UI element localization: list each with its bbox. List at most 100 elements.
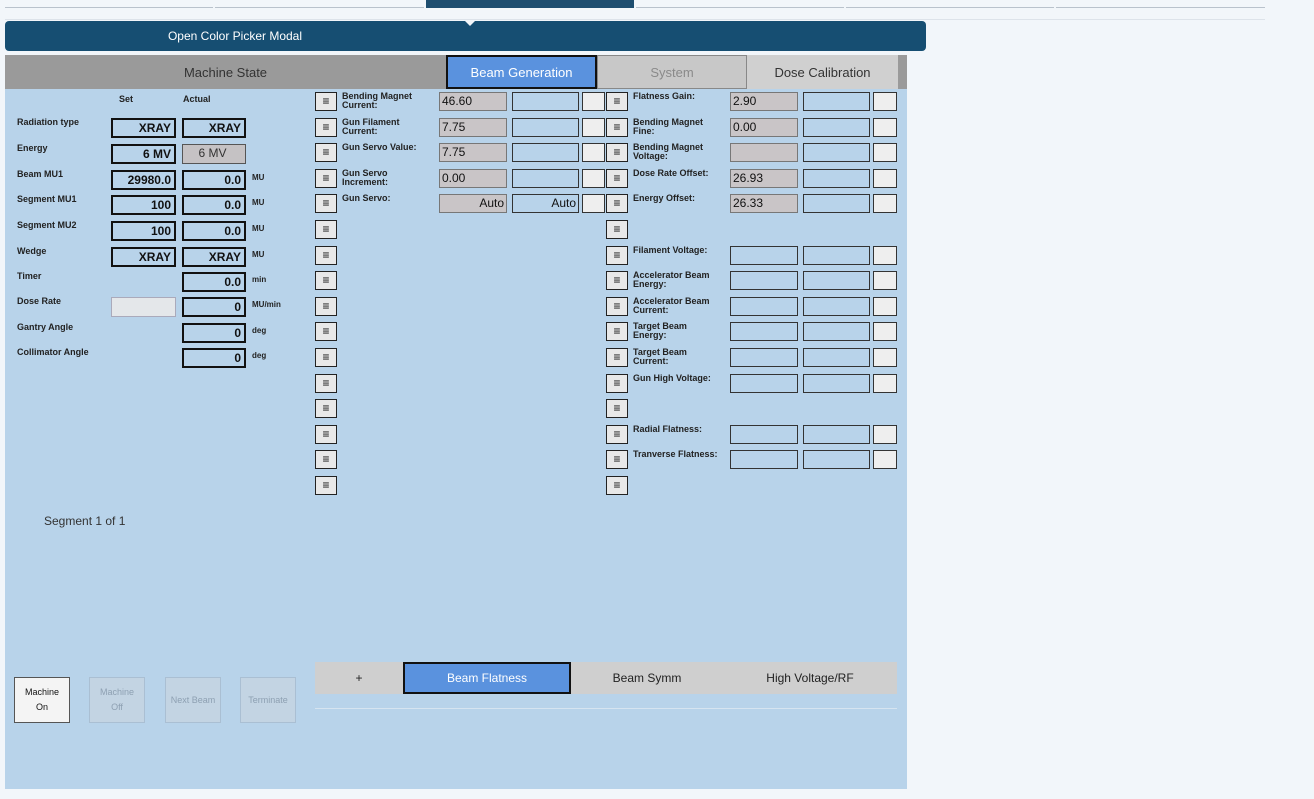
next-beam-button[interactable]: Next Beam <box>165 677 221 723</box>
checkbox[interactable] <box>873 118 897 137</box>
checkbox[interactable] <box>582 194 605 213</box>
setpoint-field[interactable] <box>803 194 870 213</box>
tab-beam-generation[interactable]: Beam Generation <box>446 55 597 89</box>
setpoint-field[interactable] <box>803 92 870 111</box>
menu-icon[interactable]: ≡ <box>606 169 628 188</box>
actual-value: 0 <box>182 297 246 317</box>
top-tab-5[interactable] <box>846 0 1054 8</box>
checkbox[interactable] <box>873 271 897 290</box>
setpoint-field[interactable] <box>803 450 870 469</box>
setpoint-field[interactable] <box>803 118 870 137</box>
menu-icon[interactable]: ≡ <box>606 297 628 316</box>
menu-icon[interactable]: ≡ <box>315 450 337 469</box>
menu-icon[interactable]: ≡ <box>606 246 628 265</box>
machine-on-button[interactable]: Machine On <box>14 677 70 723</box>
setpoint-field[interactable] <box>803 374 870 393</box>
top-tab-3[interactable] <box>426 0 634 8</box>
tab-high-voltage-rf[interactable]: High Voltage/RF <box>723 662 897 694</box>
menu-icon[interactable]: ≡ <box>315 271 337 290</box>
checkbox[interactable] <box>873 194 897 213</box>
open-color-picker-button[interactable]: Open Color Picker Modal <box>5 21 926 51</box>
actual-value: XRAY <box>182 247 246 267</box>
setpoint-field[interactable] <box>803 143 870 162</box>
checkbox[interactable] <box>582 143 605 162</box>
menu-icon[interactable]: ≡ <box>315 399 337 418</box>
tab-add[interactable]: + <box>315 662 403 694</box>
checkbox[interactable] <box>873 425 897 444</box>
setpoint-field[interactable] <box>803 297 870 316</box>
menu-icon[interactable]: ≡ <box>606 143 628 162</box>
readback-value: Auto <box>439 194 507 213</box>
menu-icon[interactable]: ≡ <box>315 374 337 393</box>
setpoint-field[interactable] <box>512 92 579 111</box>
setpoint-field[interactable] <box>803 169 870 188</box>
tab-beam-flatness[interactable]: Beam Flatness <box>403 662 571 694</box>
readback-value <box>730 425 798 444</box>
menu-icon[interactable]: ≡ <box>606 271 628 290</box>
menu-icon[interactable]: ≡ <box>606 374 628 393</box>
setpoint-field[interactable] <box>803 246 870 265</box>
menu-icon[interactable]: ≡ <box>606 92 628 111</box>
checkbox[interactable] <box>873 143 897 162</box>
setpoint-field[interactable] <box>803 322 870 341</box>
setpoint-field[interactable]: Auto <box>512 194 579 213</box>
menu-icon[interactable]: ≡ <box>315 425 337 444</box>
setpoint-field[interactable] <box>803 271 870 290</box>
checkbox[interactable] <box>873 92 897 111</box>
menu-icon[interactable]: ≡ <box>606 399 628 418</box>
menu-icon[interactable]: ≡ <box>315 246 337 265</box>
setpoint-field[interactable] <box>803 425 870 444</box>
machine-off-button[interactable]: Machine Off <box>89 677 145 723</box>
top-tab-6[interactable] <box>1056 0 1265 8</box>
menu-icon[interactable]: ≡ <box>606 348 628 367</box>
top-tab-1[interactable] <box>5 0 213 8</box>
param-label: Gun Servo: <box>342 193 391 203</box>
checkbox[interactable] <box>873 297 897 316</box>
checkbox[interactable] <box>873 322 897 341</box>
menu-icon[interactable]: ≡ <box>315 322 337 341</box>
top-tab-2[interactable] <box>215 0 424 8</box>
menu-icon[interactable]: ≡ <box>315 220 337 239</box>
readback-value <box>730 450 798 469</box>
checkbox[interactable] <box>873 348 897 367</box>
menu-icon[interactable]: ≡ <box>606 220 628 239</box>
set-value: XRAY <box>111 247 176 267</box>
setpoint-field[interactable] <box>512 169 579 188</box>
terminate-button[interactable]: Terminate <box>240 677 296 723</box>
tab-system[interactable]: System <box>597 55 747 89</box>
param-label-line2: Current: <box>342 100 378 110</box>
menu-icon[interactable]: ≡ <box>315 118 337 137</box>
menu-icon[interactable]: ≡ <box>315 92 337 111</box>
menu-icon[interactable]: ≡ <box>606 194 628 213</box>
menu-icon[interactable]: ≡ <box>315 297 337 316</box>
menu-icon[interactable]: ≡ <box>606 476 628 495</box>
checkbox[interactable] <box>873 450 897 469</box>
tab-dose-calibration[interactable]: Dose Calibration <box>747 55 898 89</box>
param-label: Flatness Gain: <box>633 91 696 101</box>
checkbox[interactable] <box>582 92 605 111</box>
readback-value: 0.00 <box>730 118 798 137</box>
tab-beam-symm[interactable]: Beam Symm <box>571 662 723 694</box>
menu-icon[interactable]: ≡ <box>606 322 628 341</box>
menu-icon[interactable]: ≡ <box>315 348 337 367</box>
checkbox[interactable] <box>582 118 605 137</box>
checkbox[interactable] <box>873 374 897 393</box>
checkbox[interactable] <box>582 169 605 188</box>
menu-icon[interactable]: ≡ <box>315 194 337 213</box>
setpoint-field[interactable] <box>512 118 579 137</box>
setpoint-field[interactable] <box>803 348 870 367</box>
menu-icon[interactable]: ≡ <box>606 450 628 469</box>
control-label-line1: Terminate <box>248 694 288 705</box>
setpoint-field[interactable] <box>512 143 579 162</box>
menu-icon[interactable]: ≡ <box>315 143 337 162</box>
menu-icon[interactable]: ≡ <box>315 476 337 495</box>
top-tab-4[interactable] <box>636 0 844 8</box>
divider <box>315 708 897 709</box>
menu-icon[interactable]: ≡ <box>606 425 628 444</box>
checkbox[interactable] <box>873 169 897 188</box>
tab-machine-state[interactable]: Machine State <box>5 55 446 89</box>
checkbox[interactable] <box>873 246 897 265</box>
notch <box>465 21 475 26</box>
menu-icon[interactable]: ≡ <box>315 169 337 188</box>
menu-icon[interactable]: ≡ <box>606 118 628 137</box>
